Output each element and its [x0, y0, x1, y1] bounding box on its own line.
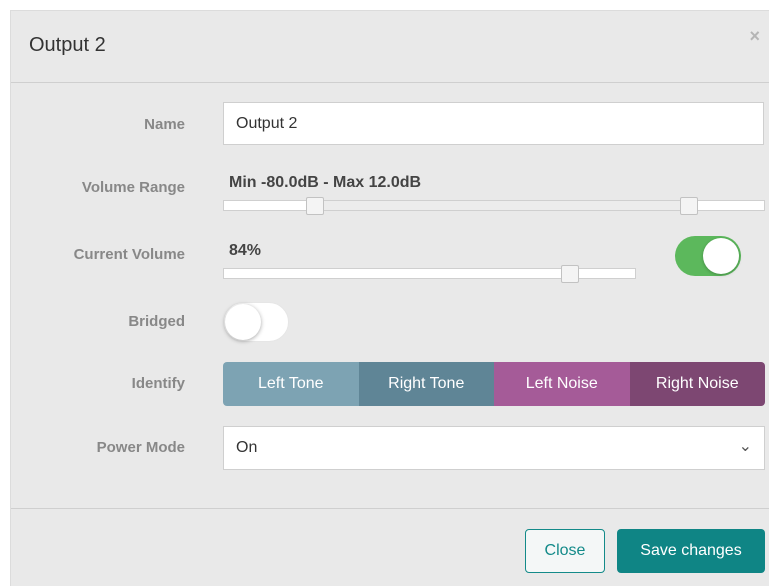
right-tone-button[interactable]: Right Tone	[358, 362, 494, 406]
volume-range-selection	[316, 201, 691, 210]
volume-range-min-handle[interactable]	[306, 197, 325, 215]
dialog-title: Output 2	[29, 34, 106, 56]
left-tone-button[interactable]: Left Tone	[223, 362, 359, 406]
current-volume-handle[interactable]	[560, 265, 579, 283]
chevron-down-icon: ⌄	[738, 438, 752, 455]
name-label: Name	[144, 116, 185, 133]
close-button[interactable]: Close	[525, 529, 605, 573]
output-settings-dialog: Output 2 × Name Volume Range Min -80.0dB…	[10, 10, 769, 586]
right-noise-button[interactable]: Right Noise	[629, 362, 765, 406]
close-icon[interactable]: ×	[749, 27, 760, 45]
save-changes-button[interactable]: Save changes	[617, 529, 765, 573]
volume-range-value: Min -80.0dB - Max 12.0dB	[229, 174, 422, 191]
power-mode-value: On	[236, 439, 258, 456]
current-volume-toggle[interactable]	[675, 236, 741, 276]
volume-range-max-handle[interactable]	[680, 197, 699, 215]
power-mode-label: Power Mode	[96, 439, 185, 456]
identify-label: Identify	[131, 375, 185, 392]
name-input[interactable]	[223, 102, 764, 145]
dialog-footer: Close Save changes	[11, 508, 769, 587]
power-mode-select[interactable]: On ⌄	[223, 426, 765, 470]
identify-button-group: Left Tone Right Tone Left Noise Right No…	[223, 362, 765, 406]
current-volume-value: 84%	[229, 242, 262, 259]
bridged-toggle[interactable]	[223, 302, 289, 342]
left-noise-button[interactable]: Left Noise	[494, 362, 630, 406]
toggle-knob	[703, 238, 739, 274]
bridged-label: Bridged	[128, 313, 185, 330]
dialog-header: Output 2 ×	[11, 11, 769, 83]
toggle-knob	[225, 304, 261, 340]
current-volume-label: Current Volume	[73, 246, 185, 263]
volume-range-label: Volume Range	[81, 179, 185, 196]
